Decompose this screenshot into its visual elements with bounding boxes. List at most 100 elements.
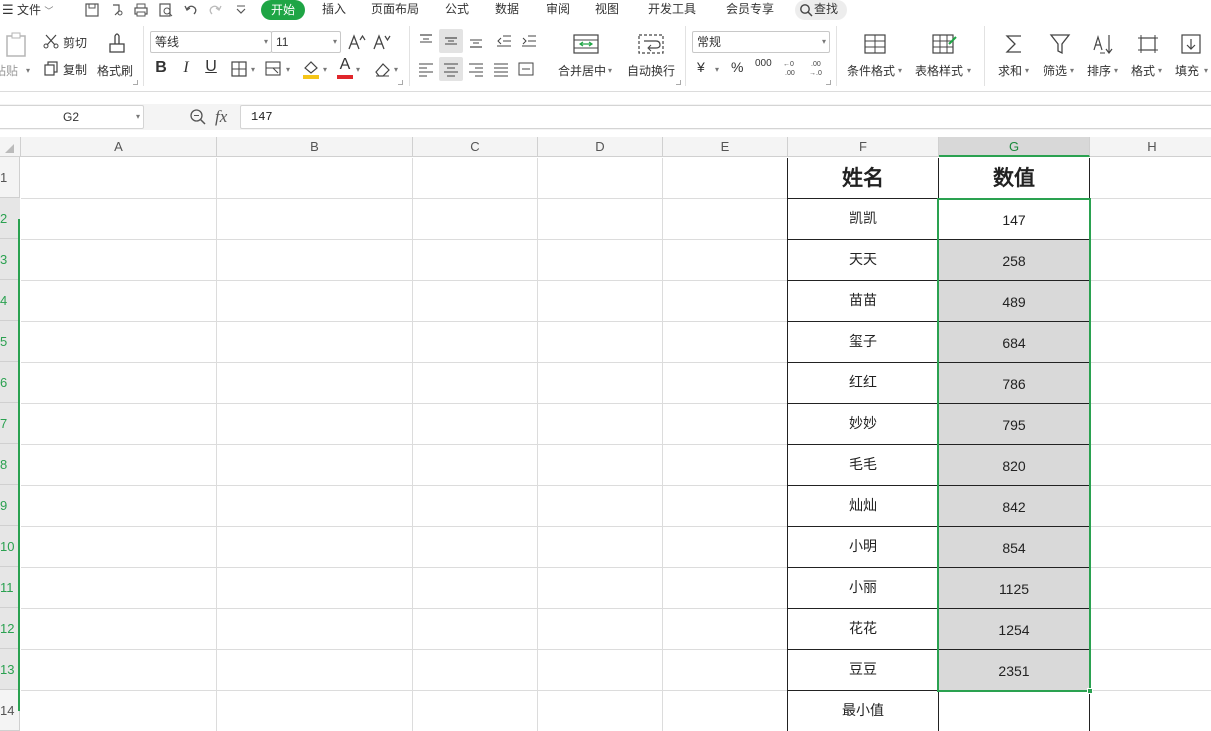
name-cell[interactable]: 小丽 (788, 568, 938, 608)
format-painter-button[interactable]: 格式刷 (96, 28, 136, 86)
save-icon[interactable] (83, 1, 101, 19)
row-header-3[interactable]: 3 (0, 239, 20, 280)
min-value-cell[interactable] (939, 691, 1089, 731)
cell-area[interactable]: 姓名 数值 凯凯 147 天天 258 苗苗 489 玺子 684 红红 786… (21, 158, 1211, 731)
table-style-button[interactable]: 表格样式 ▾ (913, 28, 975, 86)
name-cell[interactable]: 小明 (788, 527, 938, 567)
name-cell[interactable]: 毛毛 (788, 445, 938, 485)
fill-button[interactable]: 填充 ▾ (1172, 28, 1211, 86)
print-preview-icon[interactable] (157, 1, 175, 19)
search-button[interactable]: 查找 (795, 0, 847, 20)
column-header-e[interactable]: E (663, 137, 788, 157)
tab-review[interactable]: 审阅 (546, 0, 570, 20)
align-right-icon[interactable] (467, 60, 485, 78)
number-format-select[interactable]: 常规 ▾ (692, 31, 830, 53)
auto-wrap-button[interactable]: 自动换行 (624, 28, 678, 86)
increase-decimal-icon[interactable]: ←0.00 (782, 58, 804, 78)
increase-indent-icon[interactable] (520, 32, 538, 50)
underline-button[interactable]: U (201, 58, 221, 78)
row-header-11[interactable]: 11 (0, 567, 20, 608)
copy-button[interactable]: 复制 (42, 58, 90, 80)
eraser-icon[interactable] (372, 59, 392, 79)
select-all-button[interactable] (0, 137, 21, 157)
column-header-g[interactable]: G (939, 137, 1090, 157)
row-header-9[interactable]: 9 (0, 485, 20, 526)
row-header-12[interactable]: 12 (0, 608, 20, 649)
align-middle-button[interactable] (439, 29, 463, 53)
name-cell[interactable]: 花花 (788, 609, 938, 649)
decrease-decimal-icon[interactable]: .00→.0 (808, 58, 830, 78)
name-cell[interactable]: 玺子 (788, 322, 938, 362)
print-icon[interactable] (132, 1, 150, 19)
tab-page-layout[interactable]: 页面布局 (371, 0, 419, 20)
dialog-launcher-icon[interactable] (676, 80, 681, 85)
name-cell[interactable]: 红红 (788, 363, 938, 403)
dialog-launcher-icon[interactable] (826, 80, 831, 85)
undo-icon[interactable] (182, 1, 200, 19)
row-header-5[interactable]: 5 (0, 321, 20, 362)
font-size-select[interactable]: 11 ▾ (271, 31, 341, 53)
name-cell[interactable]: 天天 (788, 240, 938, 280)
row-header-13[interactable]: 13 (0, 649, 20, 690)
format-button[interactable]: 格式 ▾ (1128, 28, 1168, 86)
row-header-2[interactable]: 2 (0, 198, 20, 239)
cut-button[interactable]: 剪切 (42, 30, 90, 52)
fill-color-icon[interactable] (301, 58, 321, 80)
align-center-button[interactable] (439, 57, 463, 81)
increase-font-size-icon[interactable] (347, 32, 367, 52)
dialog-launcher-icon[interactable] (133, 80, 138, 85)
italic-button[interactable]: I (177, 59, 195, 79)
justify-icon[interactable] (492, 60, 510, 78)
row-header-14[interactable]: 14 (0, 690, 20, 731)
name-cell[interactable]: 豆豆 (788, 650, 938, 690)
bold-button[interactable]: B (152, 59, 170, 79)
decrease-indent-icon[interactable] (495, 32, 513, 50)
row-header-1[interactable]: 1 (0, 157, 20, 198)
min-label-cell[interactable]: 最小值 (788, 691, 938, 731)
row-header-8[interactable]: 8 (0, 444, 20, 485)
name-cell[interactable]: 灿灿 (788, 486, 938, 526)
sort-button[interactable]: 排序 ▾ (1084, 28, 1124, 86)
name-cell[interactable]: 凯凯 (788, 199, 938, 239)
filter-button[interactable]: 筛选 ▾ (1040, 28, 1080, 86)
tab-home[interactable]: 开始 (261, 0, 305, 20)
column-header-d[interactable]: D (538, 137, 663, 157)
name-cell[interactable]: 妙妙 (788, 404, 938, 444)
zoom-icon[interactable] (189, 108, 207, 126)
distributed-align-icon[interactable] (517, 60, 535, 78)
align-top-icon[interactable] (417, 32, 435, 50)
name-cell[interactable]: 苗苗 (788, 281, 938, 321)
decrease-font-size-icon[interactable] (372, 32, 392, 52)
borders-icon[interactable] (230, 60, 248, 78)
tab-view[interactable]: 视图 (595, 0, 619, 20)
font-name-select[interactable]: 等线 ▾ (150, 31, 272, 53)
tab-developer[interactable]: 开发工具 (648, 0, 696, 20)
name-box[interactable]: G2 ▾ (0, 105, 144, 129)
table-header-name[interactable]: 姓名 (788, 158, 938, 198)
column-header-h[interactable]: H (1090, 137, 1211, 157)
customize-dropdown-icon[interactable] (232, 1, 250, 19)
conditional-format-button[interactable]: 条件格式 ▾ (845, 28, 905, 86)
thousands-separator-button[interactable]: 000 (755, 58, 775, 69)
formula-input[interactable]: 147 (240, 105, 1211, 129)
fill-handle[interactable] (1087, 688, 1093, 694)
align-left-icon[interactable] (417, 60, 435, 78)
row-header-4[interactable]: 4 (0, 280, 20, 321)
column-header-f[interactable]: F (788, 137, 939, 157)
row-header-10[interactable]: 10 (0, 526, 20, 567)
percent-button[interactable]: % (731, 59, 747, 75)
redo-icon[interactable] (206, 1, 224, 19)
format-paste-icon[interactable] (108, 1, 126, 19)
fx-button[interactable]: fx (215, 107, 227, 127)
file-menu[interactable]: ☰ 文件 ﹀ (2, 0, 53, 20)
tab-member[interactable]: 会员专享 (726, 0, 774, 20)
merge-center-button[interactable]: 合并居中 ▾ (556, 28, 616, 86)
tab-formulas[interactable]: 公式 (445, 0, 469, 20)
tab-data[interactable]: 数据 (495, 0, 519, 20)
row-header-6[interactable]: 6 (0, 362, 20, 403)
row-header-7[interactable]: 7 (0, 403, 20, 444)
align-bottom-icon[interactable] (467, 32, 485, 50)
worksheet[interactable]: A B C D E F G H 1 2 3 4 5 6 7 8 9 10 11 … (0, 137, 1211, 731)
sum-button[interactable]: 求和 ▾ (995, 28, 1035, 86)
dialog-launcher-icon[interactable] (398, 80, 403, 85)
